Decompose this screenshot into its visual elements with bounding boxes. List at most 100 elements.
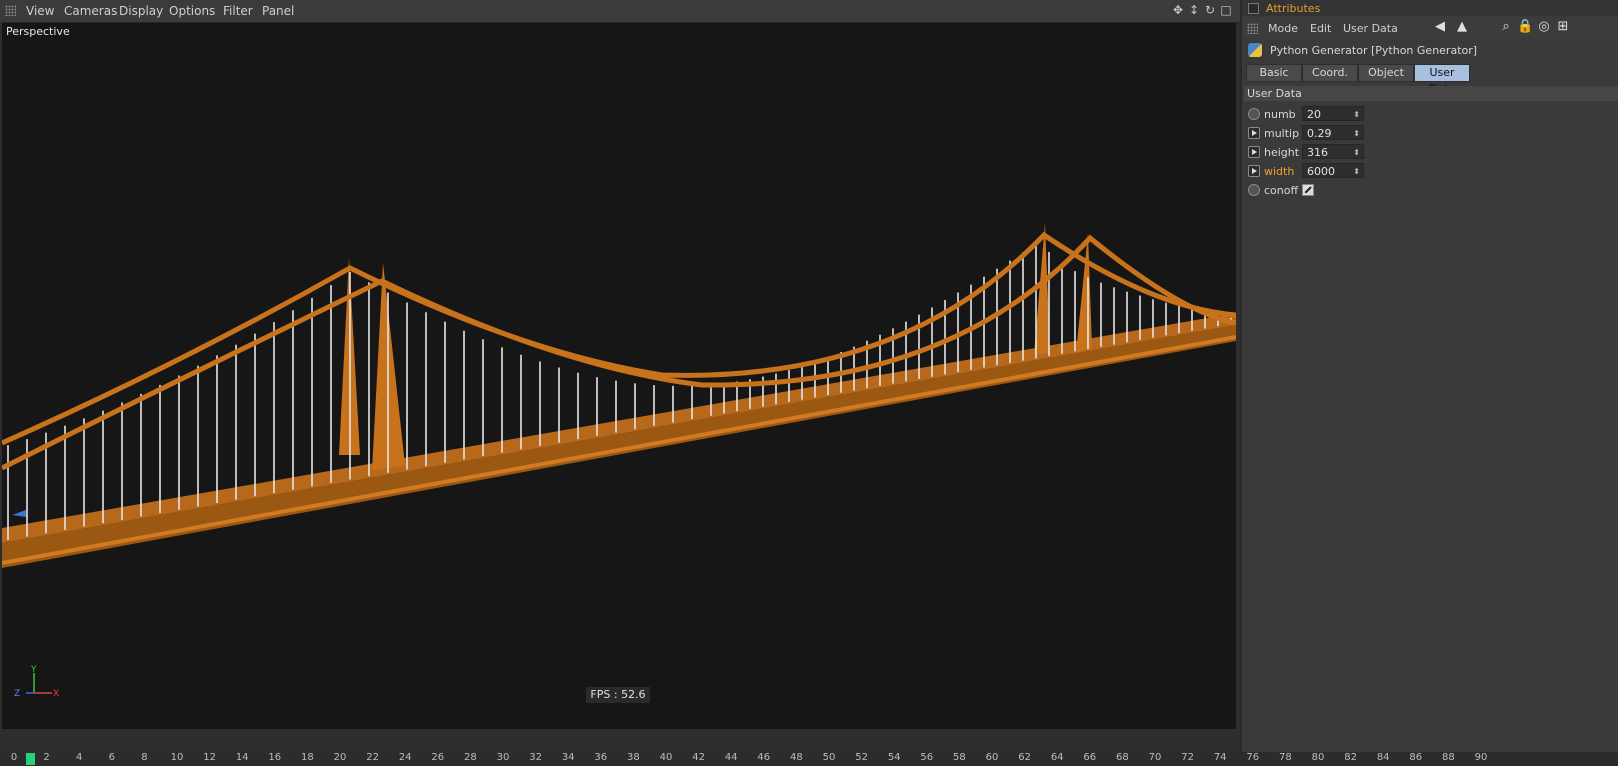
param-row-multip: multip 0.29 ⬍ [1246, 125, 1616, 143]
param-value: 316 [1307, 146, 1328, 159]
section-header-user-data: User Data [1244, 86, 1618, 101]
timeline-tick: 0 [10, 752, 18, 763]
menu-options[interactable]: Options [169, 4, 215, 18]
bridge-deck-top [2, 313, 1236, 543]
dolly-view-icon[interactable]: ↕ [1188, 3, 1200, 17]
param-value: 20 [1307, 108, 1321, 121]
timeline-tick: 38 [627, 752, 640, 763]
param-animated-icon[interactable] [1248, 146, 1260, 158]
timeline-tick: 32 [529, 752, 542, 763]
timeline-tick: 10 [170, 752, 184, 763]
timeline-tick: 90 [1474, 752, 1488, 763]
tab-basic[interactable]: Basic [1246, 64, 1302, 82]
stepper-icon[interactable]: ⬍ [1353, 164, 1360, 179]
up-arrow-icon[interactable]: ▲ [1454, 19, 1470, 35]
param-keyframe-icon[interactable] [1248, 108, 1260, 120]
timeline-tick: 68 [1116, 752, 1129, 763]
tab-coord[interactable]: Coord. [1302, 64, 1358, 82]
timeline-tick: 50 [822, 752, 836, 763]
viewport-panel: View Cameras Display Options Filter Pane… [0, 0, 1240, 752]
attributes-titlebar: Attributes [1242, 0, 1618, 16]
tab-user-data[interactable]: User Data [1414, 64, 1470, 95]
param-height-field[interactable]: 316 ⬍ [1302, 144, 1364, 159]
attributes-title: Attributes [1266, 2, 1321, 15]
panel-lock-checkbox[interactable] [1248, 3, 1259, 14]
timeline-tick: 76 [1246, 752, 1260, 763]
param-label: conoff [1264, 184, 1299, 197]
timeline-tick: 62 [1018, 752, 1031, 763]
search-icon[interactable]: ⌕ [1498, 19, 1514, 35]
timeline-tick: 8 [141, 752, 148, 763]
param-row-width: width 6000 ⬍ [1246, 163, 1616, 181]
object-marker [12, 510, 26, 517]
lock-icon[interactable]: 🔒 [1517, 19, 1533, 35]
move-view-icon[interactable]: ✥ [1172, 3, 1184, 17]
stepper-icon[interactable]: ⬍ [1353, 145, 1360, 160]
object-header: Python Generator [Python Generator] [1246, 42, 1616, 60]
timeline-tick: 86 [1409, 752, 1423, 763]
timeline-tick: 12 [203, 752, 216, 763]
back-arrow-icon[interactable]: ◀ [1432, 19, 1448, 35]
timeline-tick: 34 [561, 752, 575, 763]
attributes-menubar: Mode Edit User Data ◀ ▲ ⌕ 🔒 ◎ ⊞ [1242, 18, 1618, 38]
timeline-playhead[interactable] [26, 753, 35, 765]
attributes-panel: Attributes Mode Edit User Data ◀ ▲ ⌕ 🔒 ◎… [1240, 0, 1618, 752]
timeline-tick: 22 [366, 752, 379, 763]
menu-user-data[interactable]: User Data [1343, 22, 1398, 35]
menu-panel[interactable]: Panel [262, 4, 294, 18]
panel-grip-icon[interactable] [5, 5, 16, 16]
timeline-tick: 18 [301, 752, 314, 763]
timeline-tick: 66 [1083, 752, 1097, 763]
rotate-view-icon[interactable]: ↻ [1204, 3, 1216, 17]
timeline-tick: 14 [235, 752, 249, 763]
timeline-tick: 40 [659, 752, 673, 763]
stepper-icon[interactable]: ⬍ [1353, 126, 1360, 141]
axis-x-label: X [53, 689, 59, 699]
timeline-tick: 24 [398, 752, 412, 763]
param-label: height [1264, 146, 1300, 159]
param-label: multip [1264, 127, 1300, 140]
timeline-tick: 20 [333, 752, 347, 763]
param-animated-icon[interactable] [1248, 127, 1260, 139]
timeline-tick: 70 [1148, 752, 1162, 763]
menu-filter[interactable]: Filter [223, 4, 253, 18]
timeline-tick: 48 [790, 752, 803, 763]
stepper-icon[interactable]: ⬍ [1353, 107, 1360, 122]
param-keyframe-icon[interactable] [1248, 184, 1260, 196]
param-numb-field[interactable]: 20 ⬍ [1302, 106, 1364, 121]
viewport-menubar: View Cameras Display Options Filter Pane… [0, 0, 1240, 23]
attribute-tabs: Basic Coord. Object User Data [1246, 64, 1616, 95]
menu-cameras[interactable]: Cameras [64, 4, 117, 18]
menu-edit[interactable]: Edit [1310, 22, 1331, 35]
timeline-ruler[interactable]: 0 2 4 6 8 10 12 14 16 18 20 22 24 26 28 30 32 34 36 38 40 42 4… [0, 752, 1618, 766]
menu-display[interactable]: Display [119, 4, 163, 18]
axis-gizmo: Y Z X [14, 665, 59, 699]
timeline-tick: 60 [985, 752, 999, 763]
param-multip-field[interactable]: 0.29 ⬍ [1302, 125, 1364, 140]
timeline-tick: 64 [1050, 752, 1064, 763]
fps-counter: FPS : 52.6 [586, 687, 650, 703]
timeline-tick: 58 [953, 752, 966, 763]
timeline-tick: 44 [724, 752, 738, 763]
timeline-tick: 88 [1442, 752, 1455, 763]
timeline-tick: 6 [108, 752, 115, 763]
axis-y-label: Y [30, 665, 37, 675]
tab-object[interactable]: Object [1358, 64, 1414, 82]
param-width-field[interactable]: 6000 ⬍ [1302, 163, 1364, 178]
target-icon[interactable]: ◎ [1536, 19, 1552, 35]
param-label: width [1264, 165, 1295, 178]
python-generator-icon [1248, 43, 1262, 57]
viewport-canvas[interactable]: Perspective Y Z X [2, 23, 1236, 729]
param-value: 0.29 [1307, 127, 1332, 140]
timeline-tick: 30 [496, 752, 510, 763]
param-row-height: height 316 ⬍ [1246, 144, 1616, 162]
timeline-tick: 74 [1213, 752, 1227, 763]
menu-mode[interactable]: Mode [1268, 22, 1298, 35]
main-cable [2, 231, 1236, 446]
new-panel-icon[interactable]: ⊞ [1555, 19, 1571, 35]
param-animated-icon[interactable] [1248, 165, 1260, 177]
panel-grip-icon[interactable] [1247, 23, 1258, 34]
param-conoff-checkbox[interactable] [1302, 184, 1314, 196]
menu-view[interactable]: View [26, 4, 54, 18]
maximize-view-icon[interactable]: □ [1220, 3, 1232, 17]
